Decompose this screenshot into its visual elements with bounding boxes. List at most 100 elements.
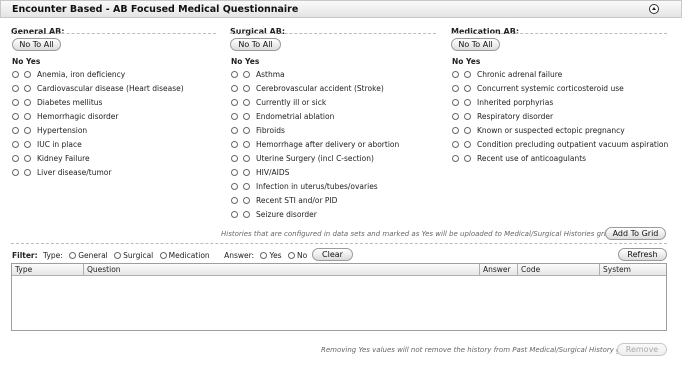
panel-title: Encounter Based - AB Focused Medical Que… bbox=[12, 4, 299, 15]
question-label: Cerebrovascular accident (Stroke) bbox=[256, 84, 384, 93]
answer-no-radio[interactable] bbox=[452, 99, 459, 106]
answer-no-radio[interactable] bbox=[452, 141, 459, 148]
question-label: Hemorrhagic disorder bbox=[37, 112, 119, 121]
type-surgical-radio[interactable] bbox=[114, 252, 122, 259]
question-label: Hypertension bbox=[37, 126, 88, 135]
answer-no-radio[interactable] bbox=[452, 71, 459, 78]
answer-yes-radio[interactable] bbox=[243, 183, 250, 190]
answer-no-label: No bbox=[296, 251, 308, 260]
answer-yes-radio[interactable] bbox=[24, 113, 31, 120]
question-label: HIV/AIDS bbox=[256, 168, 290, 177]
question-label: IUC in place bbox=[37, 140, 82, 149]
answer-no-radio[interactable] bbox=[231, 141, 238, 148]
column-type[interactable]: Type bbox=[12, 264, 84, 275]
answer-no-radio[interactable] bbox=[231, 85, 238, 92]
answer-no-radio[interactable] bbox=[231, 113, 238, 120]
section-title-medication: Medication AB: bbox=[451, 27, 520, 36]
answer-yes-radio[interactable] bbox=[24, 85, 31, 92]
no-to-all-medication-button[interactable]: No To All bbox=[451, 38, 500, 51]
answer-yes-radio[interactable] bbox=[243, 155, 250, 162]
answer-yes-radio[interactable] bbox=[243, 169, 250, 176]
no-to-all-general-button[interactable]: No To All bbox=[12, 38, 61, 51]
answer-no-radio[interactable] bbox=[231, 183, 238, 190]
filter-label: Filter: bbox=[12, 251, 38, 260]
answer-yes-radio[interactable] bbox=[243, 99, 250, 106]
no-yes-header: No Yes bbox=[12, 57, 41, 66]
answer-no-radio[interactable] bbox=[231, 169, 238, 176]
column-code[interactable]: Code bbox=[518, 264, 600, 275]
type-medication-radio[interactable] bbox=[159, 252, 167, 259]
answer-no-radio[interactable] bbox=[231, 211, 238, 218]
question-label: Condition precluding outpatient vacuum a… bbox=[477, 140, 669, 149]
answer-no-radio[interactable] bbox=[12, 113, 19, 120]
question-label: Hemorrhage after delivery or abortion bbox=[256, 140, 400, 149]
histories-note: Histories that are configured in data se… bbox=[221, 230, 611, 238]
answer-yes-label: Yes bbox=[269, 251, 282, 260]
answer-no-radio[interactable] bbox=[452, 85, 459, 92]
answer-no-radio[interactable] bbox=[287, 252, 295, 259]
add-to-grid-button[interactable]: Add To Grid bbox=[605, 227, 666, 240]
column-system[interactable]: System bbox=[600, 264, 666, 275]
answer-no-radio[interactable] bbox=[12, 141, 19, 148]
question-label: Respiratory disorder bbox=[477, 112, 554, 121]
answer-yes-radio[interactable] bbox=[243, 127, 250, 134]
no-to-all-surgical-button[interactable]: No To All bbox=[230, 38, 281, 51]
history-grid[interactable]: Type Question Answer Code System bbox=[11, 263, 667, 331]
answer-no-radio[interactable] bbox=[452, 155, 459, 162]
answer-label: Answer: bbox=[224, 251, 255, 260]
filter-divider bbox=[11, 243, 667, 244]
question-label: Seizure disorder bbox=[256, 210, 317, 219]
question-label: Known or suspected ectopic pregnancy bbox=[477, 126, 625, 135]
question-label: Inherited porphyrias bbox=[477, 98, 554, 107]
column-answer[interactable]: Answer bbox=[480, 264, 518, 275]
answer-yes-radio[interactable] bbox=[464, 113, 471, 120]
answer-yes-radio[interactable] bbox=[24, 127, 31, 134]
question-label: Endometrial ablation bbox=[256, 112, 335, 121]
answer-no-radio[interactable] bbox=[12, 155, 19, 162]
refresh-button[interactable]: Refresh bbox=[618, 248, 667, 261]
type-surgical-label: Surgical bbox=[123, 251, 154, 260]
answer-yes-radio[interactable] bbox=[243, 113, 250, 120]
answer-no-radio[interactable] bbox=[231, 71, 238, 78]
no-yes-header: No Yes bbox=[231, 57, 260, 66]
type-general-radio[interactable] bbox=[69, 252, 77, 259]
type-label: Type: bbox=[43, 251, 63, 260]
answer-yes-radio[interactable] bbox=[464, 71, 471, 78]
answer-yes-radio[interactable] bbox=[243, 211, 250, 218]
question-label: Diabetes mellitus bbox=[37, 98, 103, 107]
answer-no-radio[interactable] bbox=[452, 127, 459, 134]
answer-yes-radio[interactable] bbox=[260, 252, 268, 259]
answer-yes-radio[interactable] bbox=[24, 71, 31, 78]
answer-yes-radio[interactable] bbox=[464, 155, 471, 162]
answer-no-radio[interactable] bbox=[12, 99, 19, 106]
answer-no-radio[interactable] bbox=[12, 169, 19, 176]
answer-yes-radio[interactable] bbox=[24, 169, 31, 176]
answer-yes-radio[interactable] bbox=[243, 85, 250, 92]
answer-yes-radio[interactable] bbox=[464, 127, 471, 134]
collapse-icon[interactable] bbox=[649, 4, 659, 14]
column-question[interactable]: Question bbox=[84, 264, 480, 275]
answer-no-radio[interactable] bbox=[452, 113, 459, 120]
grid-header: Type Question Answer Code System bbox=[12, 264, 666, 276]
section-divider bbox=[230, 33, 436, 34]
answer-yes-radio[interactable] bbox=[243, 197, 250, 204]
answer-yes-radio[interactable] bbox=[464, 141, 471, 148]
remove-button[interactable]: Remove bbox=[617, 343, 667, 356]
answer-yes-radio[interactable] bbox=[464, 99, 471, 106]
answer-yes-radio[interactable] bbox=[24, 99, 31, 106]
answer-no-radio[interactable] bbox=[231, 99, 238, 106]
answer-yes-radio[interactable] bbox=[24, 141, 31, 148]
answer-yes-radio[interactable] bbox=[243, 71, 250, 78]
question-label: Concurrent systemic corticosteroid use bbox=[477, 84, 624, 93]
question-label: Currently ill or sick bbox=[256, 98, 327, 107]
answer-no-radio[interactable] bbox=[12, 85, 19, 92]
answer-no-radio[interactable] bbox=[231, 197, 238, 204]
answer-no-radio[interactable] bbox=[12, 127, 19, 134]
answer-yes-radio[interactable] bbox=[24, 155, 31, 162]
answer-yes-radio[interactable] bbox=[464, 85, 471, 92]
answer-no-radio[interactable] bbox=[12, 71, 19, 78]
answer-no-radio[interactable] bbox=[231, 155, 238, 162]
answer-no-radio[interactable] bbox=[231, 127, 238, 134]
answer-yes-radio[interactable] bbox=[243, 141, 250, 148]
clear-button[interactable]: Clear bbox=[312, 248, 353, 261]
